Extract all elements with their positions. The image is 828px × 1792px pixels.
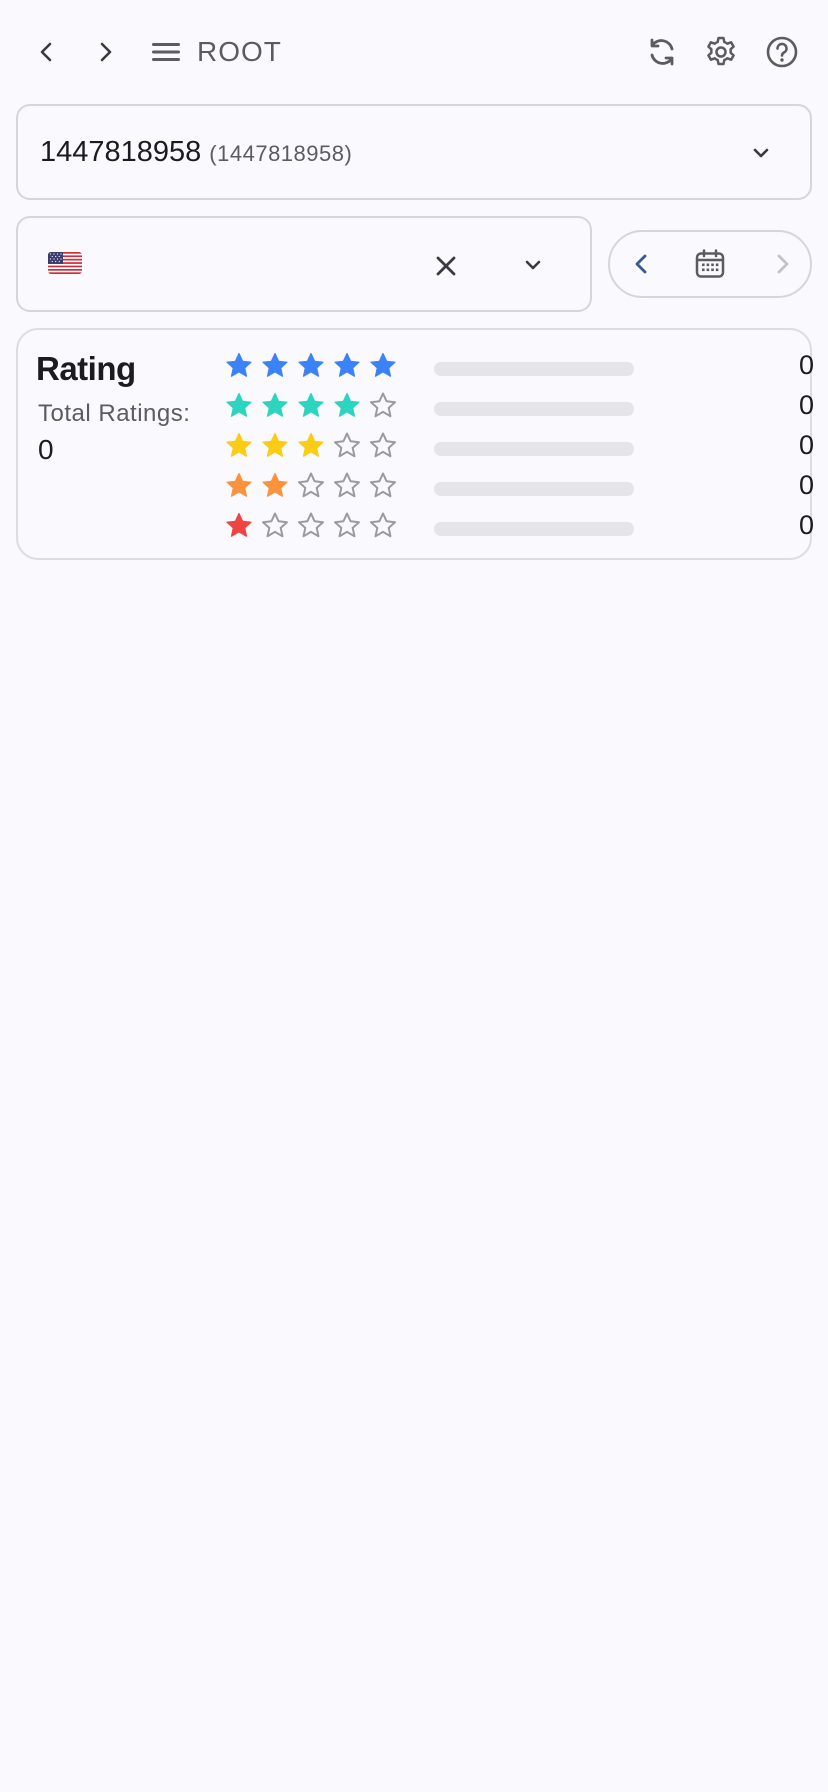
calendar-icon	[695, 249, 725, 278]
previous-date-button[interactable]	[620, 242, 664, 286]
clear-button[interactable]	[426, 246, 466, 286]
star-group	[224, 431, 404, 461]
refresh-button[interactable]	[640, 30, 684, 74]
top-bar: ROOT	[0, 0, 828, 104]
star-filled-icon	[226, 432, 252, 457]
rating-card: Rating Total Ratings: 0 0 0 0 0 0	[16, 328, 814, 560]
star-group	[224, 351, 404, 381]
help-button[interactable]	[760, 30, 804, 74]
star-filled-icon	[262, 392, 288, 417]
rating-bar-track	[434, 522, 634, 536]
star-filled-icon	[262, 352, 288, 377]
star-filled-icon	[262, 432, 288, 457]
back-button[interactable]	[25, 30, 69, 74]
star-group	[224, 471, 404, 501]
app-select-value: 1447818958 (1447818958)	[40, 134, 352, 172]
star-empty-icon	[334, 512, 360, 538]
menu-icon	[152, 43, 180, 61]
rating-row-4: 0	[224, 388, 814, 428]
chevron-right-icon	[100, 42, 112, 62]
close-icon	[436, 256, 456, 276]
app-id: (1447818958)	[209, 141, 353, 166]
star-empty-icon	[334, 432, 360, 458]
rating-bar-track	[434, 402, 634, 416]
rating-row-1: 0	[224, 508, 814, 548]
star-empty-icon	[370, 512, 396, 538]
rating-count: 0	[798, 350, 814, 380]
star-filled-icon	[370, 352, 396, 377]
settings-button[interactable]	[699, 30, 743, 74]
refresh-icon	[650, 38, 674, 66]
us-flag-icon	[48, 252, 82, 274]
menu-button[interactable]	[144, 30, 188, 74]
star-empty-icon	[370, 432, 396, 458]
chevron-down-icon	[753, 148, 769, 158]
rating-count: 0	[798, 470, 814, 500]
forward-button[interactable]	[83, 30, 127, 74]
star-filled-icon	[334, 352, 360, 377]
star-filled-icon	[226, 352, 252, 377]
star-empty-icon	[298, 512, 324, 538]
star-filled-icon	[334, 392, 360, 417]
rating-count: 0	[798, 430, 814, 460]
star-empty-icon	[334, 472, 360, 498]
star-filled-icon	[298, 392, 324, 417]
date-navigator	[608, 230, 812, 298]
star-filled-icon	[226, 392, 252, 417]
rating-row-2: 0	[224, 468, 814, 508]
chevron-down-icon	[525, 260, 541, 270]
star-group	[224, 511, 404, 541]
star-filled-icon	[298, 352, 324, 377]
chevron-left-icon	[40, 42, 52, 62]
app-name: 1447818958	[40, 136, 202, 168]
star-group	[224, 391, 404, 421]
rating-row-5: 0	[224, 348, 814, 388]
next-date-button[interactable]	[760, 242, 804, 286]
rating-count: 0	[798, 510, 814, 540]
total-ratings-label: Total Ratings:	[38, 400, 191, 427]
star-empty-icon	[370, 472, 396, 498]
star-filled-icon	[226, 512, 252, 537]
rating-title: Rating	[36, 350, 136, 387]
gear-icon	[707, 36, 735, 66]
rating-bar-track	[434, 442, 634, 456]
chevron-left-icon	[635, 254, 647, 274]
star-filled-icon	[226, 472, 252, 497]
help-icon	[766, 36, 798, 68]
app-select[interactable]: 1447818958 (1447818958)	[16, 104, 812, 200]
country-select[interactable]	[16, 216, 592, 312]
rating-bar-track	[434, 362, 634, 376]
calendar-button[interactable]	[688, 242, 732, 286]
star-filled-icon	[262, 472, 288, 497]
star-empty-icon	[370, 392, 396, 418]
page-title: ROOT	[197, 36, 282, 67]
total-ratings-value: 0	[38, 434, 54, 465]
rating-count: 0	[798, 390, 814, 420]
chevron-right-icon	[777, 254, 789, 274]
star-empty-icon	[298, 472, 324, 498]
star-filled-icon	[298, 432, 324, 457]
rating-bar-track	[434, 482, 634, 496]
star-empty-icon	[262, 512, 288, 538]
rating-row-3: 0	[224, 428, 814, 468]
